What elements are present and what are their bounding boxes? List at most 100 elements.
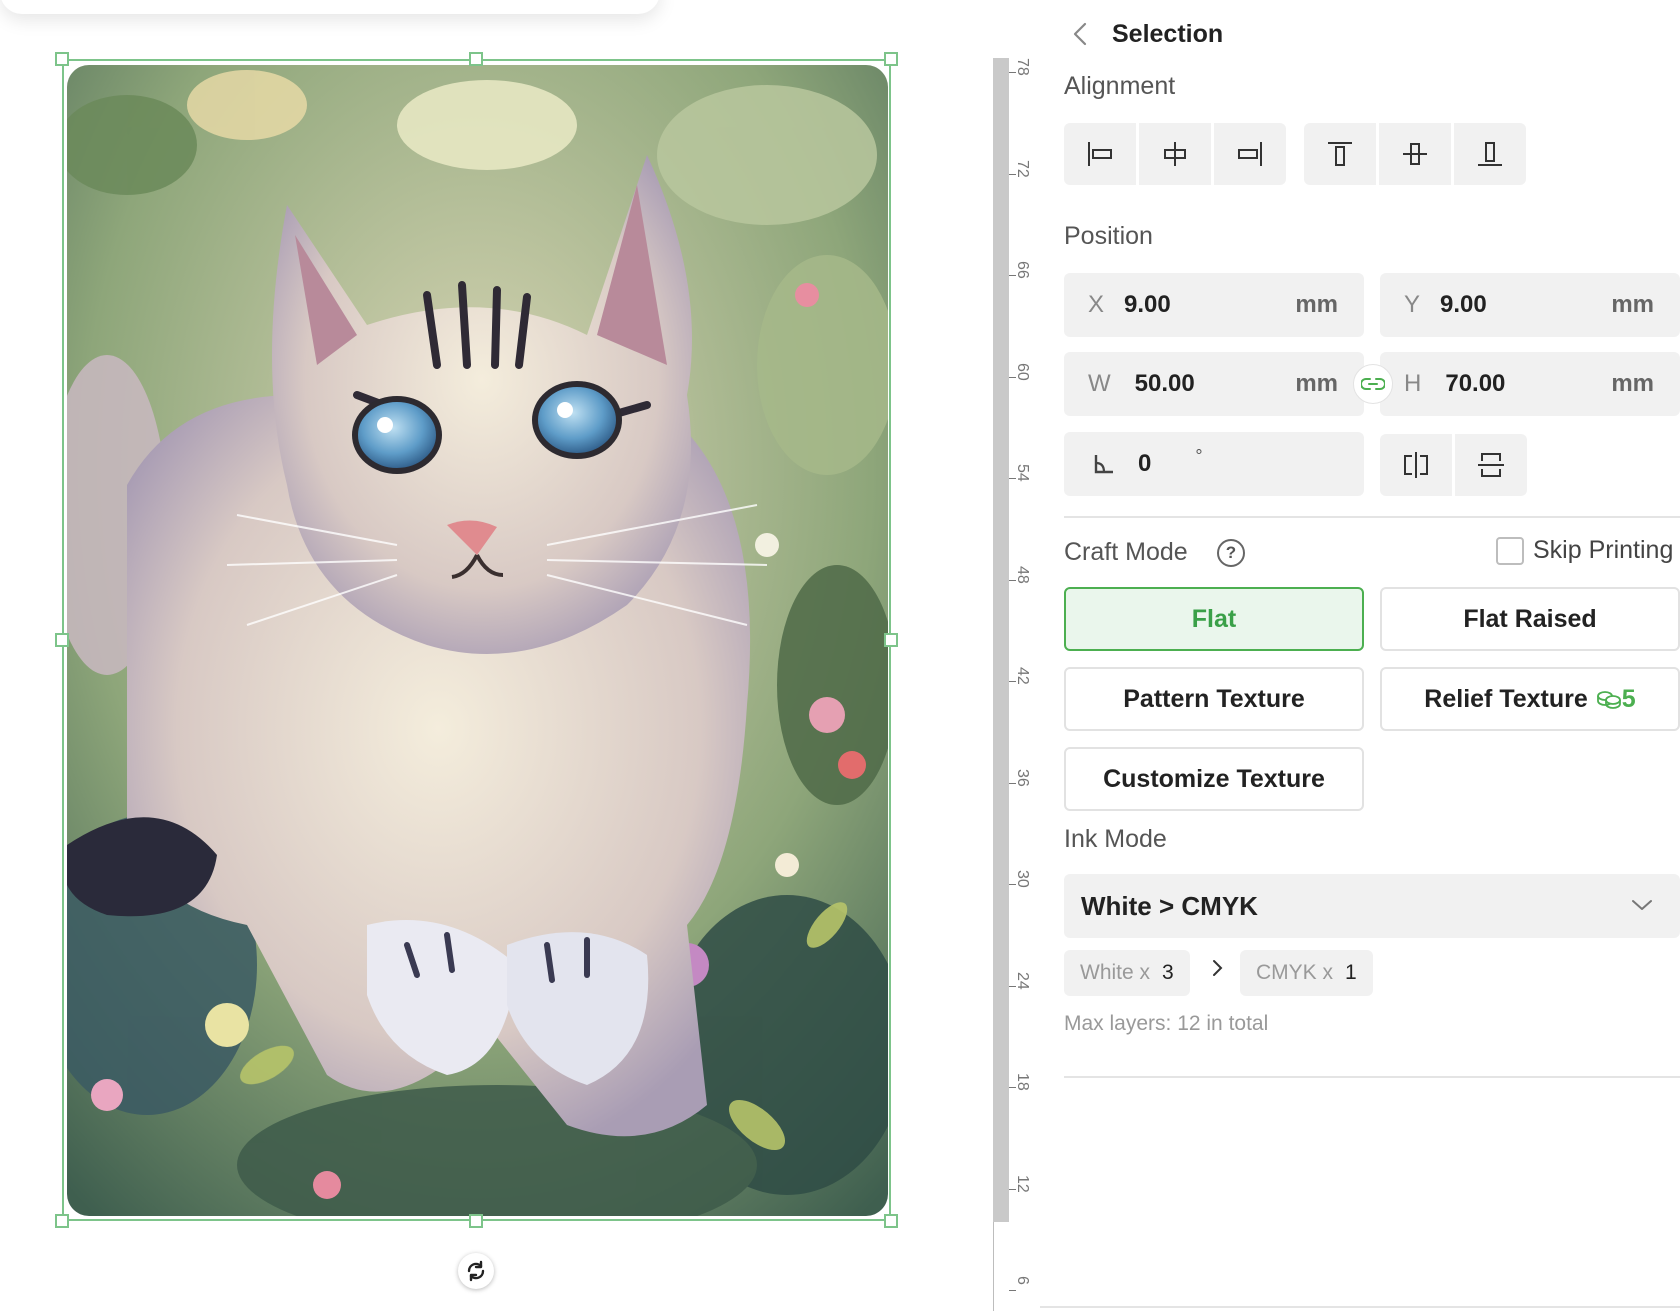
vertical-align-group	[1304, 123, 1526, 185]
y-label: Y	[1404, 291, 1421, 318]
alignment-label: Alignment	[1064, 72, 1176, 100]
back-button[interactable]	[1062, 12, 1098, 56]
align-center-icon	[1164, 142, 1186, 166]
align-top-icon	[1328, 142, 1352, 166]
align-vertical-middle-button[interactable]	[1379, 123, 1451, 185]
chevron-right-icon	[1213, 960, 1223, 976]
ruler-selection-range	[993, 58, 1009, 1222]
panel-bottom-edge	[1040, 1306, 1680, 1308]
ruler-label: 42	[1014, 667, 1031, 685]
relief-texture-label: Relief Texture	[1424, 684, 1588, 713]
ruler-label: 18	[1014, 1073, 1031, 1091]
toolbar-shadow	[0, 0, 660, 14]
x-unit: mm	[1295, 291, 1338, 318]
align-right-button[interactable]	[1214, 123, 1286, 185]
resize-handle-bottom-center[interactable]	[469, 1214, 483, 1228]
resize-handle-top-left[interactable]	[55, 52, 69, 66]
flip-group	[1380, 434, 1527, 496]
skip-printing-checkbox[interactable]	[1496, 536, 1524, 565]
ruler-label: 24	[1014, 971, 1031, 990]
craft-flat-button[interactable]: Flat	[1064, 587, 1364, 651]
x-label: X	[1088, 291, 1105, 318]
panel-header: Selection	[1040, 12, 1223, 56]
resize-handle-top-center[interactable]	[469, 52, 483, 66]
width-unit: mm	[1295, 370, 1338, 397]
panel-title: Selection	[1112, 19, 1224, 48]
max-layers-note: Max layers: 12 in total	[1064, 1012, 1269, 1035]
ruler-label: 72	[1014, 159, 1031, 178]
ruler-label: 48	[1014, 565, 1031, 584]
relief-cost-value: 5	[1621, 684, 1636, 713]
ruler-label: 54	[1014, 464, 1031, 482]
x-value[interactable]: 9.00	[1124, 291, 1171, 319]
align-left-icon	[1088, 142, 1112, 166]
align-bottom-icon	[1478, 142, 1502, 166]
cmyk-layers-label: CMYK x	[1256, 961, 1334, 984]
height-field[interactable]: H 70.00 mm	[1380, 352, 1680, 416]
craft-flat-raised-button[interactable]: Flat Raised	[1380, 587, 1680, 651]
properties-panel: Selection Alignment Position X 9.00 mm Y…	[1040, 0, 1680, 1311]
width-label: W	[1088, 370, 1111, 397]
craft-pattern-texture-button[interactable]: Pattern Texture	[1064, 667, 1364, 731]
flip-vertical-icon	[1478, 453, 1504, 477]
selection-bounding-box[interactable]	[62, 59, 891, 1221]
resize-handle-bottom-left[interactable]	[55, 1214, 69, 1228]
resize-handle-middle-right[interactable]	[884, 633, 898, 647]
skip-printing-toggle[interactable]: Skip Printing	[1496, 536, 1673, 565]
ruler-label: 6	[1014, 1276, 1031, 1285]
ruler-label: 12	[1014, 1174, 1031, 1193]
ruler-label: 78	[1014, 58, 1031, 76]
craft-customize-texture-button[interactable]: Customize Texture	[1064, 747, 1364, 811]
rotation-field[interactable]: 0 °	[1064, 432, 1364, 496]
align-top-button[interactable]	[1304, 123, 1376, 185]
vertical-ruler: 78 72 66 60 54 48 42 36 30 24 18 12 6	[993, 58, 1031, 1311]
position-label: Position	[1064, 222, 1153, 250]
link-icon	[1361, 378, 1385, 390]
rotation-unit: °	[1195, 445, 1203, 466]
y-unit: mm	[1611, 291, 1654, 318]
design-canvas[interactable]	[0, 0, 992, 1311]
cmyk-layers-pill[interactable]: CMYK x 1	[1240, 950, 1373, 996]
ruler-label: 66	[1014, 261, 1031, 279]
ink-mode-label: Ink Mode	[1064, 825, 1167, 853]
height-value[interactable]: 70.00	[1445, 370, 1505, 398]
height-unit: mm	[1611, 370, 1654, 397]
rotate-icon	[467, 1260, 485, 1282]
flip-horizontal-button[interactable]	[1380, 434, 1452, 496]
y-position-field[interactable]: Y 9.00 mm	[1380, 273, 1680, 337]
horizontal-align-group	[1064, 123, 1286, 185]
width-field[interactable]: W 50.00 mm	[1064, 352, 1364, 416]
x-position-field[interactable]: X 9.00 mm	[1064, 273, 1364, 337]
rotate-button[interactable]	[458, 1253, 494, 1289]
align-bottom-button[interactable]	[1454, 123, 1526, 185]
flip-vertical-button[interactable]	[1455, 434, 1527, 496]
craft-mode-label: Craft Mode	[1064, 538, 1188, 566]
width-value[interactable]: 50.00	[1135, 370, 1195, 398]
align-right-icon	[1238, 142, 1262, 166]
skip-printing-label: Skip Printing	[1533, 536, 1674, 564]
align-horizontal-center-button[interactable]	[1139, 123, 1211, 185]
y-value[interactable]: 9.00	[1440, 291, 1487, 319]
cmyk-layers-count[interactable]: 1	[1345, 961, 1357, 985]
white-layers-count[interactable]: 3	[1162, 961, 1174, 985]
rotation-value[interactable]: 0	[1138, 450, 1151, 478]
section-divider-bottom	[1064, 1076, 1680, 1078]
resize-handle-bottom-right[interactable]	[884, 1214, 898, 1228]
ink-mode-value: White > CMYK	[1081, 890, 1258, 921]
aspect-lock-button[interactable]	[1353, 364, 1393, 404]
resize-handle-top-right[interactable]	[884, 52, 898, 66]
ruler-label: 60	[1014, 362, 1031, 381]
coins-icon	[1596, 691, 1621, 709]
help-icon[interactable]: ?	[1217, 539, 1245, 567]
ruler-label: 30	[1014, 870, 1031, 888]
ink-mode-select[interactable]: White > CMYK	[1064, 874, 1680, 938]
craft-relief-texture-button[interactable]: Relief Texture 5	[1380, 667, 1680, 731]
ruler-label: 36	[1014, 768, 1031, 787]
height-label: H	[1404, 370, 1422, 397]
align-left-button[interactable]	[1064, 123, 1136, 185]
angle-icon	[1094, 455, 1113, 474]
white-layers-pill[interactable]: White x 3	[1064, 950, 1190, 996]
resize-handle-middle-left[interactable]	[55, 633, 69, 647]
chevron-down-icon	[1632, 900, 1652, 910]
chevron-left-icon	[1073, 22, 1087, 46]
